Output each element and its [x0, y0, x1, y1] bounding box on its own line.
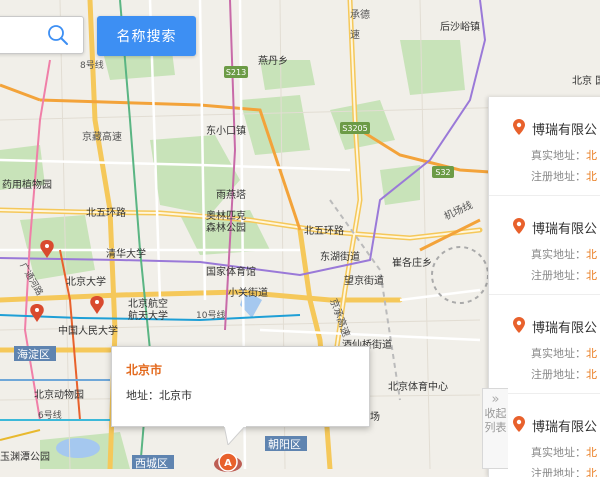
svg-text:东小口镇: 东小口镇: [206, 124, 246, 137]
result-registered-address: 注册地址：北: [531, 368, 597, 381]
svg-text:北京大学: 北京大学: [66, 275, 106, 288]
svg-text:玉渊潭公园: 玉渊潭公园: [0, 451, 50, 463]
svg-text:燕丹乡: 燕丹乡: [258, 55, 288, 67]
info-address-label: 地址：: [126, 389, 159, 402]
search-input[interactable]: [1, 17, 41, 53]
name-search-button[interactable]: 名称搜索: [97, 16, 196, 56]
location-pin-icon: [513, 317, 525, 333]
svg-text:西城区: 西城区: [135, 457, 168, 469]
svg-text:奥林匹克: 奥林匹克: [206, 209, 246, 222]
highway-shield-s32: S32: [432, 166, 454, 178]
svg-text:望京街道: 望京街道: [344, 274, 384, 287]
svg-text:朝阳区: 朝阳区: [268, 438, 301, 451]
svg-text:后沙峪镇: 后沙峪镇: [440, 20, 480, 33]
svg-text:A: A: [224, 458, 232, 469]
svg-text:清华大学: 清华大学: [106, 247, 146, 260]
svg-text:北五环路: 北五环路: [86, 206, 126, 219]
svg-text:雨燕塔: 雨燕塔: [216, 188, 246, 201]
svg-text:北五环路: 北五环路: [304, 224, 344, 237]
result-name[interactable]: 博瑞有限公: [532, 416, 597, 435]
svg-text:崔各庄乡: 崔各庄乡: [392, 256, 432, 269]
svg-text:S3205: S3205: [342, 124, 367, 133]
result-real-address: 真实地址：北: [531, 347, 597, 360]
svg-text:京藏高速: 京藏高速: [82, 130, 122, 143]
svg-text:航天大学: 航天大学: [128, 309, 168, 322]
svg-text:海淀区: 海淀区: [17, 347, 50, 361]
svg-text:北京动物园: 北京动物园: [34, 388, 84, 401]
location-pin-icon: [513, 416, 525, 432]
collapse-label: 收起: [484, 407, 507, 420]
info-address-value: 北京市: [159, 389, 192, 402]
result-registered-address: 注册地址：北: [531, 467, 597, 477]
svg-text:药用植物园: 药用植物园: [2, 178, 52, 191]
svg-text:S32: S32: [435, 168, 450, 177]
svg-text:承德: 承德: [350, 8, 370, 21]
result-name[interactable]: 博瑞有限公: [532, 218, 597, 237]
svg-text:北京航空: 北京航空: [128, 297, 168, 310]
highway-shield-s213: S213: [224, 66, 248, 78]
svg-text:场: 场: [370, 410, 380, 423]
info-window: 北京市 地址：北京市: [111, 346, 370, 427]
double-chevron-right-icon: »: [491, 392, 500, 407]
result-real-address: 真实地址：北: [531, 446, 597, 459]
svg-text:北京 国际: 北京 国际: [572, 74, 600, 87]
search-icon[interactable]: [47, 24, 69, 46]
svg-text:中国人民大学: 中国人民大学: [58, 324, 118, 337]
result-name[interactable]: 博瑞有限公: [532, 317, 597, 336]
svg-text:10号线: 10号线: [196, 309, 225, 321]
result-item[interactable]: 博瑞有限公 真实地址：北 注册地址：北: [489, 196, 600, 295]
info-title: 北京市: [126, 363, 163, 377]
info-window-pointer: [224, 425, 246, 445]
result-real-address: 真实地址：北: [531, 248, 597, 261]
svg-text:8号线: 8号线: [80, 59, 104, 71]
search-box[interactable]: [0, 16, 84, 54]
result-item[interactable]: 博瑞有限公 真实地址：北 注册地址：北: [489, 295, 600, 394]
list-label: 列表: [484, 421, 507, 434]
svg-text:北京体育中心: 北京体育中心: [388, 380, 448, 393]
svg-text:东湖街道: 东湖街道: [320, 250, 360, 263]
svg-text:S213: S213: [226, 68, 246, 77]
result-registered-address: 注册地址：北: [531, 170, 597, 183]
svg-text:6号线: 6号线: [38, 409, 62, 421]
location-pin-icon: [513, 119, 525, 135]
svg-text:速: 速: [350, 29, 360, 41]
result-registered-address: 注册地址：北: [531, 269, 597, 282]
svg-text:国家体育馆: 国家体育馆: [206, 265, 256, 278]
location-pin-icon: [513, 218, 525, 234]
collapse-list-button[interactable]: » 收起 列表: [482, 388, 508, 469]
highway-shield-s3205: S3205: [340, 122, 370, 134]
result-real-address: 真实地址：北: [531, 149, 597, 162]
svg-text:森林公园: 森林公园: [206, 221, 246, 234]
info-address: 地址：北京市: [126, 387, 192, 403]
result-name[interactable]: 博瑞有限公: [532, 119, 597, 138]
result-item[interactable]: 博瑞有限公 真实地址：北 注册地址：北: [489, 97, 600, 196]
svg-text:小关街道: 小关街道: [228, 286, 268, 299]
